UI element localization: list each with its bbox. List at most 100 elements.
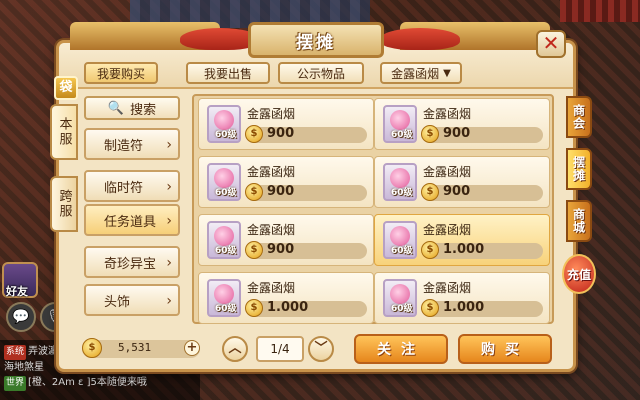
item-price: 900 bbox=[267, 184, 295, 199]
side-tab-mall[interactable]: 商城 bbox=[566, 200, 592, 242]
search-icon: 🔍 bbox=[107, 100, 125, 116]
item-card[interactable]: 60级 金露函烟 $ 900 bbox=[198, 156, 374, 208]
dropdown-label: 金露函烟 bbox=[391, 66, 440, 81]
coin-icon: $ bbox=[421, 125, 439, 143]
item-icon: 60级 bbox=[383, 163, 417, 201]
category-label: 头饰 bbox=[104, 294, 131, 310]
item-price: 900 bbox=[267, 242, 295, 257]
item-name: 金露函烟 bbox=[247, 281, 296, 295]
item-price: 1.000 bbox=[267, 300, 309, 315]
coin-icon: $ bbox=[421, 241, 439, 259]
chevron-right-icon: › bbox=[166, 137, 172, 153]
item-name: 金露函烟 bbox=[247, 165, 296, 179]
side-tab-stall[interactable]: 摆摊 bbox=[566, 148, 592, 190]
category-label: 制造符 bbox=[104, 138, 144, 154]
chat-line: 世界 [橙、2Am ε ]5本随便来哦 bbox=[4, 375, 196, 391]
item-level: 60级 bbox=[391, 304, 413, 314]
item-name: 金露函烟 bbox=[423, 223, 472, 237]
category-item[interactable]: 任务道具 › bbox=[84, 204, 180, 236]
coin-icon: $ bbox=[421, 299, 439, 317]
price-bar bbox=[247, 185, 367, 201]
coin-icon: $ bbox=[245, 183, 263, 201]
chevron-right-icon: › bbox=[166, 179, 172, 195]
category-item[interactable]: 头饰 › bbox=[84, 284, 180, 316]
close-icon: ✕ bbox=[542, 31, 560, 55]
coin-icon: $ bbox=[245, 241, 263, 259]
item-icon: 60级 bbox=[383, 279, 417, 317]
item-name: 金露函烟 bbox=[247, 223, 296, 237]
page-next-button[interactable]: ﹀ bbox=[308, 336, 334, 362]
item-filter-dropdown[interactable]: 金露函烟 ▼ bbox=[380, 62, 462, 84]
chevron-right-icon: › bbox=[166, 293, 172, 309]
item-level: 60级 bbox=[215, 130, 237, 140]
tab-buy[interactable]: 我要购买 bbox=[84, 62, 158, 84]
item-card[interactable]: 60级 金露函烟 $ 900 bbox=[198, 98, 374, 150]
item-card-selected[interactable]: 60级 金露函烟 $ 1.000 bbox=[374, 214, 550, 266]
item-price: 900 bbox=[443, 126, 471, 141]
item-level: 60级 bbox=[391, 246, 413, 256]
recharge-button[interactable]: 充值 bbox=[562, 254, 596, 294]
price-bar bbox=[423, 127, 543, 143]
chat-text: 海地煞星 bbox=[4, 362, 44, 373]
item-card[interactable]: 60级 金露函烟 $ 900 bbox=[198, 214, 374, 266]
coin-icon: $ bbox=[82, 338, 102, 358]
category-label: 奇珍异宝 bbox=[104, 256, 157, 272]
item-icon: 60级 bbox=[207, 279, 241, 317]
panel-title: 摆摊 bbox=[248, 22, 384, 58]
side-tab-chamber[interactable]: 商会 bbox=[566, 96, 592, 138]
search-button[interactable]: 🔍 搜索 bbox=[84, 96, 180, 120]
item-card[interactable]: 60级 金露函烟 $ 1.000 bbox=[198, 272, 374, 324]
item-level: 60级 bbox=[391, 130, 413, 140]
chat-text: 弄波瀛 bbox=[28, 346, 59, 357]
tab-public-items[interactable]: 公示物品 bbox=[278, 62, 364, 84]
stall-bag-icon: 袋 bbox=[54, 76, 78, 100]
item-icon: 60级 bbox=[207, 221, 241, 259]
item-card[interactable]: 60级 金露函烟 $ 900 bbox=[374, 156, 550, 208]
item-icon: 60级 bbox=[383, 105, 417, 143]
category-item[interactable]: 奇珍异宝 › bbox=[84, 246, 180, 278]
chat-channel-tag: 世界 bbox=[4, 376, 27, 391]
category-item[interactable]: 制造符 › bbox=[84, 128, 180, 160]
follow-button[interactable]: 关注 bbox=[354, 334, 448, 364]
item-name: 金露函烟 bbox=[423, 281, 472, 295]
close-button[interactable]: ✕ bbox=[536, 30, 566, 58]
buy-button[interactable]: 购买 bbox=[458, 334, 552, 364]
item-price: 900 bbox=[267, 126, 295, 141]
page-prev-button[interactable]: ︿ bbox=[222, 336, 248, 362]
item-icon: 60级 bbox=[207, 105, 241, 143]
category-item[interactable]: 临时符 › bbox=[84, 170, 180, 202]
item-icon: 60级 bbox=[207, 163, 241, 201]
item-name: 金露函烟 bbox=[247, 107, 296, 121]
chat-icon[interactable]: 💬 bbox=[6, 302, 36, 332]
page-indicator: 1/4 bbox=[256, 336, 304, 362]
chevron-right-icon: › bbox=[166, 255, 172, 271]
price-bar bbox=[247, 127, 367, 143]
item-name: 金露函烟 bbox=[423, 165, 472, 179]
search-label: 搜索 bbox=[130, 102, 157, 118]
category-label: 临时符 bbox=[104, 180, 144, 196]
item-name: 金露函烟 bbox=[423, 107, 472, 121]
item-price: 1.000 bbox=[443, 242, 485, 257]
chevron-down-icon: ﹀ bbox=[314, 341, 328, 356]
item-level: 60级 bbox=[391, 188, 413, 198]
item-level: 60级 bbox=[215, 188, 237, 198]
item-price: 900 bbox=[443, 184, 471, 199]
money-value: 5,531 bbox=[118, 341, 152, 354]
tab-sell[interactable]: 我要出售 bbox=[186, 62, 270, 84]
tab-cross-server[interactable]: 跨服 bbox=[50, 176, 78, 232]
item-level: 60级 bbox=[215, 246, 237, 256]
add-money-button[interactable]: + bbox=[184, 340, 200, 356]
chat-channel-tag: 系统 bbox=[4, 345, 27, 360]
item-card[interactable]: 60级 金露函烟 $ 1.000 bbox=[374, 272, 550, 324]
item-price: 1.000 bbox=[443, 300, 485, 315]
item-level: 60级 bbox=[215, 304, 237, 314]
item-card[interactable]: 60级 金露函烟 $ 900 bbox=[374, 98, 550, 150]
chat-text: [橙、2Am ε ]5本随便来哦 bbox=[28, 377, 147, 388]
ribbon-right bbox=[380, 28, 460, 50]
category-label: 任务道具 bbox=[104, 214, 157, 230]
chevron-right-icon: › bbox=[166, 213, 172, 229]
tab-local-server[interactable]: 本服 bbox=[50, 104, 78, 160]
chevron-down-icon: ▼ bbox=[443, 67, 451, 79]
coin-icon: $ bbox=[245, 125, 263, 143]
item-icon: 60级 bbox=[383, 221, 417, 259]
